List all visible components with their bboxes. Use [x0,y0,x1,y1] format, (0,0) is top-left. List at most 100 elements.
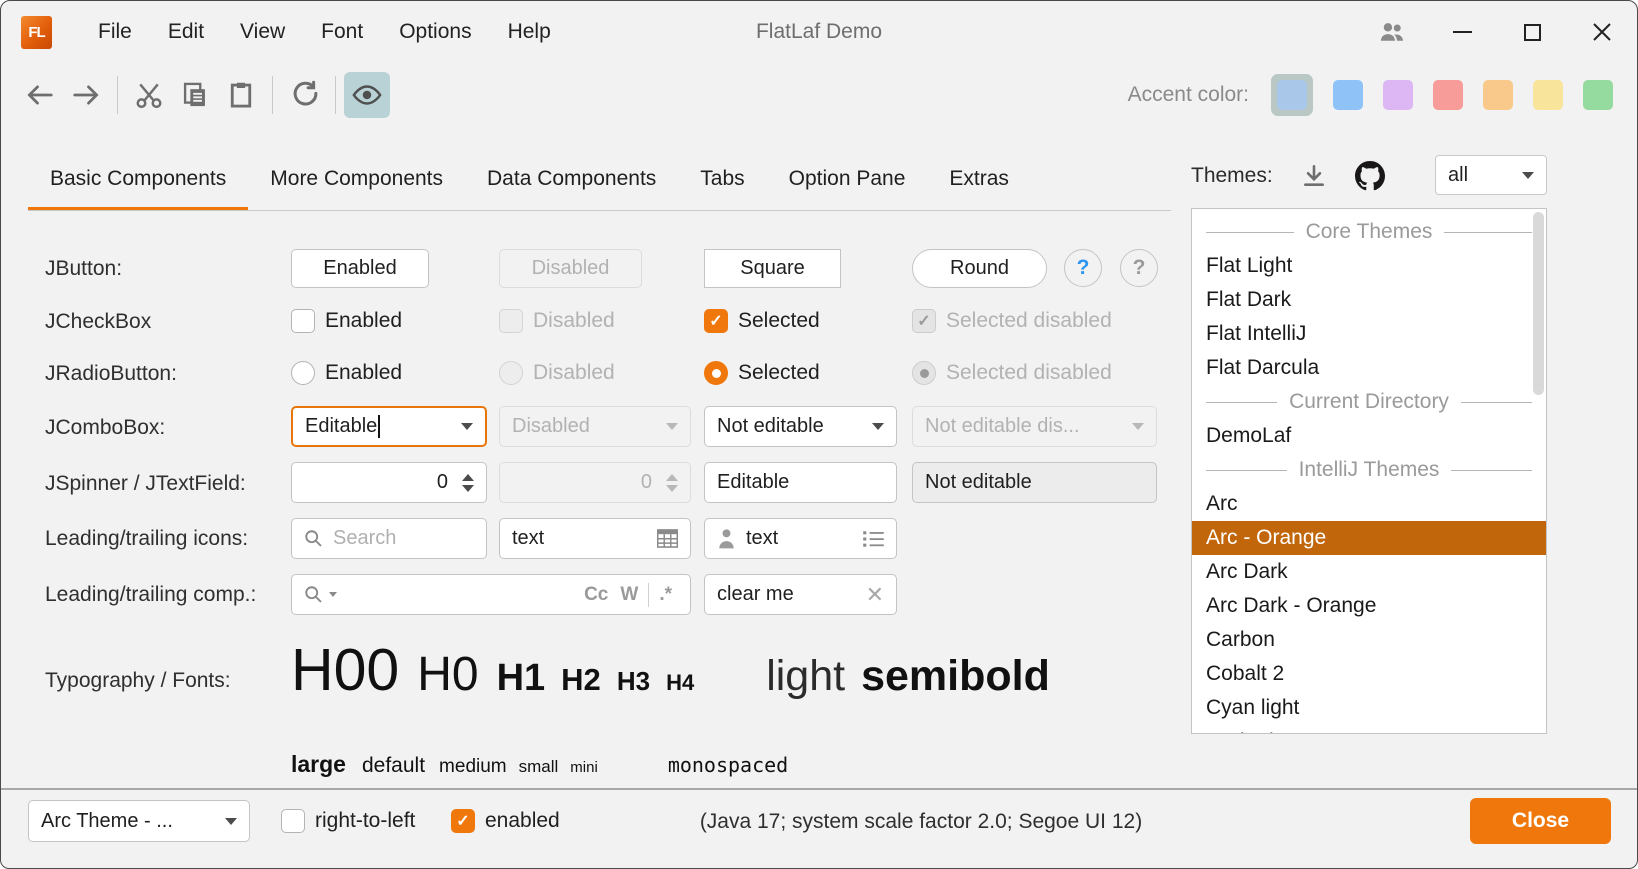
checkbox-enabled[interactable]: Enabled [291,309,402,333]
radio-disabled: Disabled [499,361,615,385]
radio-selected-icon[interactable] [704,361,728,385]
menu-view[interactable]: View [222,14,303,50]
spinner-up-icon[interactable] [462,474,474,481]
h4-sample: H4 [666,670,694,696]
regex-button[interactable]: .* [653,584,678,606]
accent-swatch-5[interactable] [1483,80,1513,110]
combobox-editable[interactable]: Editable [291,406,487,447]
theme-item[interactable]: Dark Flat [1192,725,1546,734]
close-button[interactable]: Close [1470,798,1611,844]
theme-item[interactable]: Carbon [1192,623,1546,657]
close-window-button[interactable] [1567,1,1637,63]
minimize-button[interactable] [1427,1,1497,63]
theme-combobox[interactable]: Arc Theme - ... [28,800,250,842]
help-button[interactable]: ? [1064,249,1102,287]
right-to-left-checkbox[interactable]: right-to-left [281,809,415,833]
forward-icon[interactable] [63,72,109,118]
tab-option-pane[interactable]: Option Pane [767,151,928,210]
checkbox-checked-icon: ✓ [912,309,936,333]
table-icon[interactable] [657,529,678,548]
enabled-checkbox[interactable]: ✓ enabled [451,809,560,833]
tab-more-components[interactable]: More Components [248,151,465,210]
whole-word-button[interactable]: W [614,584,644,606]
checkbox-selected[interactable]: ✓ Selected [704,309,820,333]
text-field-trailing-icon[interactable]: text [499,518,691,559]
theme-item[interactable]: Flat Dark [1192,283,1546,317]
textfield-editable[interactable]: Editable [704,462,897,503]
combobox-value: Not editable [717,415,824,438]
theme-item[interactable]: Arc [1192,487,1546,521]
search-options-chevron-icon[interactable] [329,592,337,597]
theme-item[interactable]: Flat IntelliJ [1192,317,1546,351]
tab-basic-components[interactable]: Basic Components [28,151,248,210]
theme-item[interactable]: Arc Dark - Orange [1192,589,1546,623]
square-button[interactable]: Square [704,249,841,288]
checkbox-disabled: Disabled [499,309,615,333]
theme-item[interactable]: Cyan light [1192,691,1546,725]
radio-enabled[interactable]: Enabled [291,361,402,385]
search-field[interactable]: Search [291,518,487,559]
checkbox-checked-icon[interactable]: ✓ [704,309,728,333]
accent-swatch-1[interactable] [1277,80,1307,110]
themes-filter-combobox[interactable]: all [1435,155,1547,195]
users-icon[interactable] [1357,1,1427,63]
menu-file[interactable]: File [80,14,150,50]
menu-edit[interactable]: Edit [150,14,222,50]
maximize-button[interactable] [1497,1,1567,63]
round-button[interactable]: Round [912,249,1047,288]
accent-swatch-4[interactable] [1433,80,1463,110]
search-field-with-buttons[interactable]: Cc W .* [291,574,691,615]
help-button-disabled[interactable]: ? [1120,249,1158,287]
accent-color-label: Accent color: [1128,83,1249,107]
enabled-button[interactable]: Enabled [291,249,429,288]
paste-icon[interactable] [218,72,264,118]
combobox-not-editable[interactable]: Not editable [704,406,897,447]
accent-swatch-selected[interactable] [1271,74,1313,116]
spinner-down-icon[interactable] [462,485,474,492]
back-icon[interactable] [17,72,63,118]
copy-icon[interactable] [172,72,218,118]
accent-swatch-3[interactable] [1383,80,1413,110]
spinner[interactable]: 0 [291,462,487,503]
refresh-icon[interactable] [281,72,327,118]
tab-extras[interactable]: Extras [927,151,1031,210]
tab-tabs[interactable]: Tabs [678,151,766,210]
radio-label: Disabled [533,361,615,385]
show-hidden-eye-toggle[interactable] [344,72,390,118]
clearable-text-field[interactable]: clear me ✕ [704,574,897,615]
theme-item[interactable]: Arc Dark [1192,555,1546,589]
chevron-down-icon[interactable] [461,423,473,430]
clear-icon[interactable]: ✕ [866,582,884,608]
text-caret [378,415,380,438]
spinner-arrows[interactable] [462,474,474,492]
github-icon[interactable] [1355,161,1385,191]
leading-trailing-icons-label: Leading/trailing icons: [45,527,248,551]
chevron-down-icon[interactable] [872,423,884,430]
menu-options[interactable]: Options [381,14,489,50]
theme-item[interactable]: Flat Light [1192,249,1546,283]
menu-font[interactable]: Font [303,14,381,50]
menu-help[interactable]: Help [490,14,569,50]
theme-item[interactable]: Cobalt 2 [1192,657,1546,691]
spinner-value: 0 [437,471,448,494]
theme-item[interactable]: DemoLaf [1192,419,1546,453]
checkbox-icon[interactable] [291,309,315,333]
radio-icon[interactable] [291,361,315,385]
tab-data-components[interactable]: Data Components [465,151,678,210]
cut-icon[interactable] [126,72,172,118]
theme-item-selected[interactable]: Arc - Orange [1192,521,1546,555]
match-case-button[interactable]: Cc [578,584,614,606]
accent-swatch-7[interactable] [1583,80,1613,110]
radio-selected[interactable]: Selected [704,361,820,385]
download-icon[interactable] [1301,163,1327,189]
theme-item[interactable]: Flat Darcula [1192,351,1546,385]
list-icon[interactable] [863,530,884,548]
checkbox-icon[interactable] [281,809,305,833]
theme-combobox-value: Arc Theme - ... [41,810,173,833]
textfield-value: text [746,527,778,550]
accent-swatch-2[interactable] [1333,80,1363,110]
themes-scrollbar-thumb[interactable] [1533,212,1544,395]
checkbox-checked-icon[interactable]: ✓ [451,809,475,833]
accent-swatch-6[interactable] [1533,80,1563,110]
text-field-both-icons[interactable]: text [704,518,897,559]
